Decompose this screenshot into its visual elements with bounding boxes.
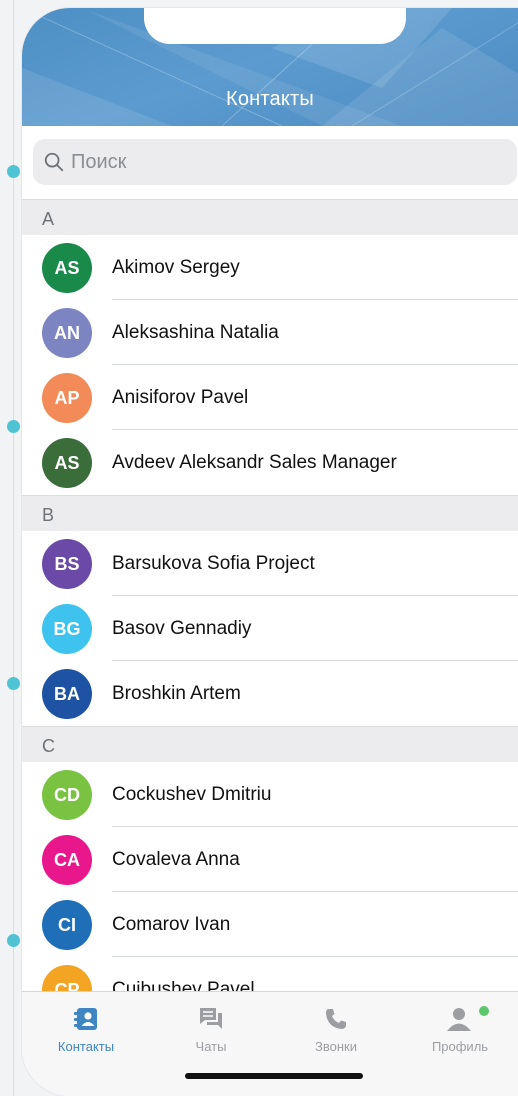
tab-chats[interactable]: Чаты [149,992,273,1062]
contact-row[interactable]: AS Avdeev Aleksandr Sales Manager [22,430,518,495]
contact-row[interactable]: BG Basov Gennadiy [22,596,518,661]
contact-row[interactable]: AP Anisiforov Pavel [22,365,518,430]
chat-icon [200,1008,222,1029]
tab-profile[interactable]: Профиль [398,992,518,1062]
contact-row[interactable]: CI Comarov Ivan [22,892,518,957]
header: Контакты [22,8,518,126]
profile-icon [447,1008,471,1031]
avatar: BS [42,538,92,589]
contact-row[interactable]: CA Covaleva Anna [22,827,518,892]
avatar: BG [42,603,92,654]
contacts-icon [74,1008,97,1030]
contact-name: Cockushev Dmitriu [112,783,272,805]
device-notch [144,8,406,44]
contact-name: Avdeev Aleksandr Sales Manager [112,451,397,473]
search-field[interactable] [33,139,517,185]
search-input[interactable] [71,150,471,174]
home-indicator [185,1073,363,1079]
contact-name: Anisiforov Pavel [112,386,249,408]
guide-dot [7,677,20,690]
phone-icon [326,1009,346,1029]
tab-contacts[interactable]: Контакты [24,992,148,1062]
section-header: B [22,495,518,531]
contact-list: A AS Akimov Sergey AN Aleksashina Natalia AP A… [22,199,518,1022]
page-title: Контакты [226,88,314,110]
phone-frame: Контакты A AS Akimov Sergey AN Aleksashina N… [22,8,518,1096]
avatar: CI [42,899,92,950]
avatar: AN [42,307,92,358]
avatar: AP [42,372,92,423]
contact-name: Akimov Sergey [112,256,240,278]
avatar: CD [42,769,92,820]
contact-row[interactable]: CD Cockushev Dmitriu [22,762,518,827]
section-header: A [22,199,518,235]
contact-name: Barsukova Sofia Project [112,552,315,574]
contact-name: Broshkin Artem [112,682,241,704]
search-bar [22,126,518,199]
tab-label: Чаты [195,1039,227,1054]
search-icon [44,152,64,172]
guide-dot [7,934,20,947]
contact-name: Comarov Ivan [112,913,231,935]
section-header: C [22,726,518,762]
contact-name: Basov Gennadiy [112,617,252,639]
online-status-dot [478,1005,490,1017]
tab-label: Контакты [57,1039,115,1054]
avatar: AS [42,437,92,488]
tab-label: Профиль [431,1039,489,1054]
tab-label: Звонки [315,1039,357,1054]
contact-name: Aleksashina Natalia [112,321,279,343]
avatar: BA [42,668,92,719]
avatar: CA [42,834,92,885]
contact-name: Covaleva Anna [112,848,240,870]
contact-row[interactable]: AS Akimov Sergey [22,235,518,300]
tab-calls[interactable]: Звонки [274,992,398,1062]
tab-bar: Контакты Чаты Звонки Профиль [22,991,518,1096]
guide-dot [7,165,20,178]
avatar: AS [42,242,92,293]
contact-row[interactable]: BA Broshkin Artem [22,661,518,726]
contact-row[interactable]: BS Barsukova Sofia Project [22,531,518,596]
contact-row[interactable]: AN Aleksashina Natalia [22,300,518,365]
guide-dot [7,420,20,433]
